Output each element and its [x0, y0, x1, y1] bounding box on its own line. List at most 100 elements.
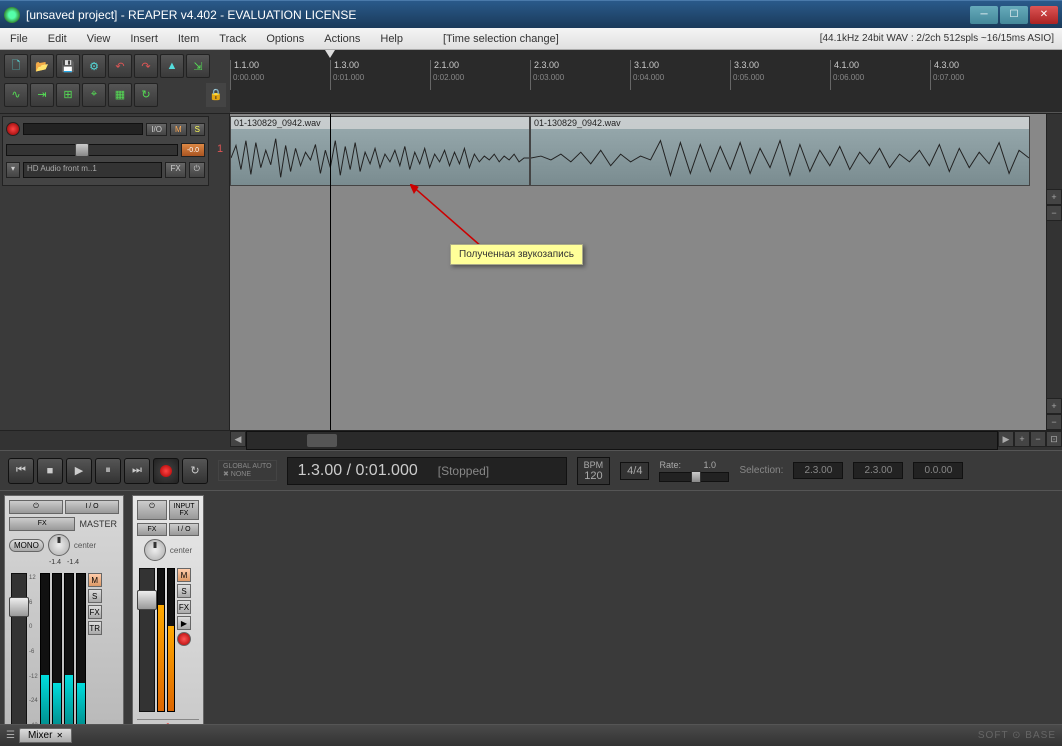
timeline-ruler[interactable]: 1.1.000:00.0001.3.000:01.0002.1.000:02.0… — [230, 50, 1062, 113]
track1-play-button[interactable]: ▶ — [177, 616, 191, 630]
ripple-edit-icon[interactable]: ⇥ — [30, 83, 54, 107]
snap-icon[interactable]: ⌖ — [82, 83, 106, 107]
undo-icon[interactable]: ↶ — [108, 54, 132, 78]
track-header[interactable]: I/O M S -0.0 ▾ HD Audio front m..1 FX ⏻ — [2, 116, 209, 186]
repeat-button[interactable]: ↻ — [182, 458, 208, 484]
auto-crossfade-icon[interactable]: ⇲ — [186, 54, 210, 78]
selection-length[interactable]: 0.0.00 — [913, 462, 963, 479]
master-mixer-strip[interactable]: ⏻ I / O FX MASTER MONO center -1.4 -1.4 … — [4, 495, 124, 740]
menu-track[interactable]: Track — [209, 30, 256, 48]
vertical-scrollbar[interactable] — [1046, 114, 1062, 410]
track1-pan-knob[interactable] — [144, 539, 166, 561]
track-zoom-in-button[interactable]: + — [1046, 398, 1062, 414]
master-mute-button[interactable]: M — [88, 573, 102, 587]
menu-insert[interactable]: Insert — [120, 30, 168, 48]
new-project-icon[interactable]: 🗋 — [4, 54, 28, 78]
track1-power-icon[interactable]: ⏻ — [137, 500, 167, 520]
selection-start[interactable]: 2.3.00 — [793, 462, 843, 479]
mute-button[interactable]: M — [170, 123, 187, 136]
bpm-box[interactable]: BPM 120 — [577, 457, 611, 485]
mono-button[interactable]: MONO — [9, 539, 44, 552]
track1-fx-button[interactable]: FX — [137, 523, 167, 536]
grid-lines-icon[interactable]: ▦ — [108, 83, 132, 107]
track-zoom-out-button[interactable]: − — [1046, 414, 1062, 430]
master-fx-chain-button[interactable]: FX — [88, 605, 102, 619]
waveform — [231, 131, 529, 185]
rate-slider[interactable] — [659, 472, 729, 482]
track1-mute-button[interactable]: M — [177, 568, 191, 582]
solo-button[interactable]: S — [190, 123, 205, 136]
menu-options[interactable]: Options — [256, 30, 314, 48]
menu-view[interactable]: View — [77, 30, 121, 48]
master-trim-button[interactable]: TR — [88, 621, 102, 635]
volume-slider[interactable] — [6, 144, 178, 156]
go-to-start-button[interactable]: ⏮ — [8, 458, 34, 484]
arrange-view[interactable]: 01-130829_0942.wav 01-130829_0942.wav По… — [230, 114, 1062, 430]
window-close-button[interactable]: ✕ — [1030, 6, 1058, 24]
menu-file[interactable]: File — [0, 30, 38, 48]
pause-button[interactable]: ⏸ — [95, 458, 121, 484]
global-automation-box[interactable]: GLOBAL AUTO ✖ NONE — [218, 460, 277, 481]
menu-help[interactable]: Help — [370, 30, 413, 48]
horizontal-scrollbar[interactable] — [246, 431, 998, 450]
track1-inputfx-button[interactable]: INPUT FX — [169, 500, 199, 520]
selection-end[interactable]: 2.3.00 — [853, 462, 903, 479]
track-input-selector[interactable]: HD Audio front m..1 — [23, 162, 162, 178]
menu-context[interactable]: [Time selection change] — [433, 30, 569, 48]
zoom-in-h-button[interactable]: + — [1014, 431, 1030, 447]
play-button[interactable]: ▶ — [66, 458, 92, 484]
go-to-end-button[interactable]: ⏭ — [124, 458, 150, 484]
zoom-out-h-button[interactable]: − — [1030, 431, 1046, 447]
master-fx-button[interactable]: FX — [9, 517, 75, 531]
audio-clip-1[interactable]: 01-130829_0942.wav — [230, 116, 530, 186]
open-project-icon[interactable]: 📂 — [30, 54, 54, 78]
stop-button[interactable]: ■ — [37, 458, 63, 484]
grid-icon[interactable]: ⊞ — [56, 83, 80, 107]
pan-knob[interactable]: -0.0 — [181, 143, 205, 157]
menu-item[interactable]: Item — [168, 30, 209, 48]
settings-icon[interactable]: ⚙ — [82, 54, 106, 78]
master-power-icon[interactable]: ⏻ — [9, 500, 63, 514]
tab-close-icon[interactable]: ✕ — [56, 731, 63, 740]
io-button[interactable]: I/O — [146, 123, 167, 136]
zoom-out-v-button[interactable]: − — [1046, 205, 1062, 221]
timesig-box[interactable]: 4/4 — [620, 462, 649, 480]
track1-meter-right — [167, 568, 175, 712]
lock-icon[interactable]: 🔒 — [206, 83, 226, 107]
input-select-icon[interactable]: ▾ — [6, 162, 20, 178]
master-fader[interactable] — [11, 573, 27, 731]
master-pan-knob[interactable] — [48, 534, 70, 556]
zoom-fit-button[interactable]: ⊡ — [1046, 431, 1062, 447]
time-display[interactable]: 1.3.00 / 0:01.000 [Stopped] — [287, 457, 567, 485]
record-arm-button[interactable] — [6, 122, 20, 136]
mixer-tab[interactable]: Mixer ✕ — [19, 728, 72, 743]
loop-icon[interactable]: ↻ — [134, 83, 158, 107]
menu-actions[interactable]: Actions — [314, 30, 370, 48]
audio-clip-2[interactable]: 01-130829_0942.wav — [530, 116, 1030, 186]
metronome-icon[interactable]: ▲ — [160, 54, 184, 78]
scroll-left-icon[interactable]: ◀ — [230, 431, 246, 447]
dock-icon[interactable]: ☰ — [6, 730, 15, 741]
master-io-button[interactable]: I / O — [65, 500, 119, 514]
record-button[interactable] — [153, 458, 179, 484]
audio-format-status: [44.1kHz 24bit WAV : 2/2ch 512spls ~16/1… — [820, 33, 1062, 44]
track1-record-arm-button[interactable] — [177, 632, 191, 646]
playhead-marker[interactable] — [325, 50, 335, 58]
menu-edit[interactable]: Edit — [38, 30, 77, 48]
envelope-icon[interactable]: ∿ — [4, 83, 28, 107]
window-minimize-button[interactable]: ─ — [970, 6, 998, 24]
redo-icon[interactable]: ↷ — [134, 54, 158, 78]
fx-bypass-button[interactable]: ⏻ — [189, 162, 205, 178]
track1-fader[interactable] — [139, 568, 155, 712]
fx-button[interactable]: FX — [165, 162, 185, 178]
master-solo-button[interactable]: S — [88, 589, 102, 603]
zoom-in-v-button[interactable]: + — [1046, 189, 1062, 205]
track1-mixer-strip[interactable]: ⏻ INPUT FX FX I / O center M S FX ▶ 1 — [132, 495, 204, 740]
save-project-icon[interactable]: 💾 — [56, 54, 80, 78]
track1-io-button[interactable]: I / O — [169, 523, 199, 536]
clip-label: 01-130829_0942.wav — [231, 117, 529, 129]
track1-fx-chain-button[interactable]: FX — [177, 600, 191, 614]
track1-solo-button[interactable]: S — [177, 584, 191, 598]
window-maximize-button[interactable]: ☐ — [1000, 6, 1028, 24]
scroll-right-icon[interactable]: ▶ — [998, 431, 1014, 447]
